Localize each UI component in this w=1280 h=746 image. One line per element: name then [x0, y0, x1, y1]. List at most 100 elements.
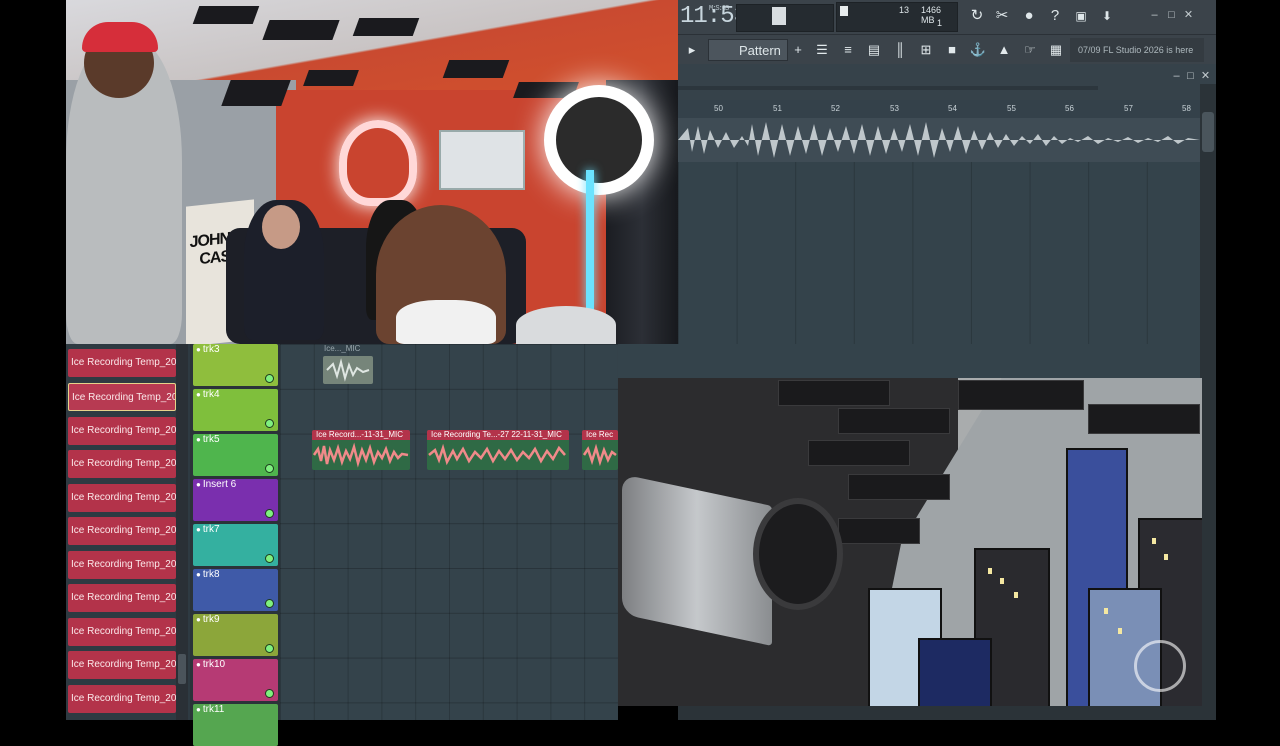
cart-icon[interactable]: ▦ [1046, 40, 1066, 60]
track-header-trk5[interactable]: trk5 [193, 434, 278, 476]
audio-clip-small[interactable] [323, 356, 373, 384]
playlist-close-icon[interactable]: ✕ [1199, 70, 1212, 83]
cut-icon[interactable]: ✂ [991, 5, 1013, 27]
track-mute-led[interactable] [265, 464, 274, 473]
render-icon[interactable]: ⬇ [1096, 5, 1118, 27]
track-mute-led[interactable] [265, 599, 274, 608]
audio-clip[interactable]: Ice Rec [582, 430, 618, 470]
channel-rack-icon[interactable]: ▤ [864, 40, 884, 60]
track-mute-led[interactable] [265, 419, 274, 428]
playlist-restore-icon[interactable]: □ [1184, 70, 1197, 83]
foam-brick [808, 440, 910, 466]
ruler-tick: 50 [714, 104, 723, 113]
ruler-tick: 54 [948, 104, 957, 113]
audio-clip[interactable]: Ice Record...-11-31_MIC [312, 430, 410, 470]
help-icon[interactable]: ? [1044, 5, 1066, 27]
clip-list-item[interactable]: Ice Recording Temp_202... [68, 484, 176, 512]
neon-sign [339, 120, 417, 206]
track-mute-led[interactable] [265, 374, 274, 383]
ruler-tick: 58 [1182, 104, 1191, 113]
arrangement-icon[interactable]: ⊞ [916, 40, 936, 60]
track-header-trk9[interactable]: trk9 [193, 614, 278, 656]
restore-icon[interactable]: □ [1165, 9, 1178, 22]
clip-list-item[interactable]: Ice Recording Temp_202... [68, 651, 176, 679]
clip-title: Ice Recording Te...-27 22-11-31_MIC [427, 430, 569, 440]
acoustic-tile [303, 70, 359, 86]
cpu-value: 1 [937, 18, 943, 28]
track-header-trk3[interactable]: trk3 [193, 344, 278, 386]
loop-icon[interactable]: ↻ [966, 5, 988, 27]
track-label: trk9 [196, 614, 220, 625]
track-header-trk7[interactable]: trk7 [193, 524, 278, 566]
save-icon[interactable]: ▣ [1070, 5, 1092, 27]
mixer-icon[interactable]: ║ [890, 40, 910, 60]
clip-list-item[interactable]: Ice Recording Temp_202... [68, 685, 176, 713]
browser-icon[interactable]: ■ [942, 40, 962, 60]
track-header-trk4[interactable]: trk4 [193, 389, 278, 431]
clip-waveform [326, 358, 370, 382]
track-header-trk11[interactable]: trk11 [193, 704, 278, 746]
vertical-scrollbar[interactable] [1200, 84, 1216, 720]
steps-value: 13 [899, 5, 910, 15]
fl-studio-toolbar: 11:53 M:S:CS 13 1466 MB 1 ↻ ✂ ● ? ▣ ⬇ – □… [678, 0, 1216, 34]
clip-list-item[interactable]: Ice Recording Temp_202... [68, 450, 176, 478]
playlist-track-grid[interactable]: Ice..._MIC Ice Record...-11-31_MIC Ice R… [280, 344, 618, 720]
clip-list-item[interactable]: Ice Recording Temp_202... [68, 618, 176, 646]
track-label: trk4 [196, 389, 220, 400]
mural-building [918, 638, 992, 706]
foam-brick [848, 474, 950, 500]
close-icon[interactable]: ✕ [1182, 9, 1195, 22]
minimize-icon[interactable]: – [1148, 9, 1161, 22]
clip-list-item[interactable]: Ice Recording Temp_202... [68, 551, 176, 579]
clip-list-item[interactable]: Ice Recording Temp_202... [68, 517, 176, 545]
track-label: trk8 [196, 569, 220, 580]
air-conditioner [439, 130, 525, 190]
mic-icon[interactable]: ● [1018, 5, 1040, 27]
track-header-trk10[interactable]: trk10 [193, 659, 278, 701]
clip-waveform [582, 443, 617, 467]
master-volume-meter[interactable] [736, 4, 834, 32]
ruler-tick: 52 [831, 104, 840, 113]
clip-list-item-selected[interactable]: Ice Recording Temp_202... [68, 383, 176, 411]
mural-window [1000, 578, 1004, 584]
clip-list-item[interactable]: Ice Recording Temp_202... [68, 584, 176, 612]
track-mute-led[interactable] [265, 554, 274, 563]
acoustic-tile [352, 18, 420, 36]
clip-title: Ice Rec [582, 430, 618, 440]
clip-browser-list: Ice Recording Temp_202... Ice Recording … [66, 344, 190, 720]
playlist-scrollbar[interactable] [678, 86, 1098, 90]
audio-clip[interactable]: Ice Recording Te...-27 22-11-31_MIC [427, 430, 569, 470]
track-mute-led[interactable] [265, 509, 274, 518]
timeline-ruler[interactable]: 50 51 52 53 54 55 56 57 58 [678, 100, 1200, 119]
play-arrow-icon[interactable]: ▸ [682, 40, 702, 60]
news-ticker[interactable]: 07/09 FL Studio 2026 is here [1070, 38, 1204, 62]
track-header-trk8[interactable]: trk8 [193, 569, 278, 611]
clip-list-item[interactable]: Ice Recording Temp_202... [68, 417, 176, 445]
add-pattern-button[interactable]: + [788, 40, 808, 60]
pattern-selector[interactable]: Pattern 1 [708, 39, 788, 80]
tempo-icon[interactable]: ▲ [994, 40, 1014, 60]
acoustic-tile [442, 60, 510, 78]
piano-roll-icon[interactable]: ≡ [838, 40, 858, 60]
audio-waveform-overview[interactable] [678, 118, 1200, 162]
foam-brick [958, 380, 1084, 410]
cpu-memory-monitor: 13 1466 MB 1 [836, 2, 958, 32]
touch-icon[interactable]: ☞ [1020, 40, 1040, 60]
playlist-icon[interactable]: ☰ [812, 40, 832, 60]
red-cap [82, 22, 158, 52]
playlist-header: – □ ✕ [678, 64, 1216, 100]
playlist-grid-lower[interactable] [618, 344, 1200, 378]
track-header-insert-6[interactable]: Insert 6 [193, 479, 278, 521]
scrollbar-thumb[interactable] [178, 654, 186, 684]
plugin-icon[interactable]: ⚓ [968, 40, 988, 60]
track-mute-led[interactable] [265, 689, 274, 698]
track-headers: trk3 trk4 trk5 Insert 6 trk7 trk8 trk9 t… [190, 344, 280, 746]
clip-list-item[interactable]: Ice Recording Temp_202... [68, 349, 176, 377]
playlist-minimize-icon[interactable]: – [1170, 70, 1183, 83]
track-mute-led[interactable] [265, 644, 274, 653]
clip-list-scrollbar[interactable] [176, 344, 188, 720]
foam-brick [838, 518, 920, 544]
scrollbar-thumb[interactable] [1202, 112, 1214, 152]
foam-brick [838, 408, 950, 434]
fl-studio-toolbar-2: ▸ Pattern 1 + ☰ ≡ ▤ ║ ⊞ ■ ⚓ ▲ ☞ ▦ 07/09 … [678, 34, 1216, 80]
